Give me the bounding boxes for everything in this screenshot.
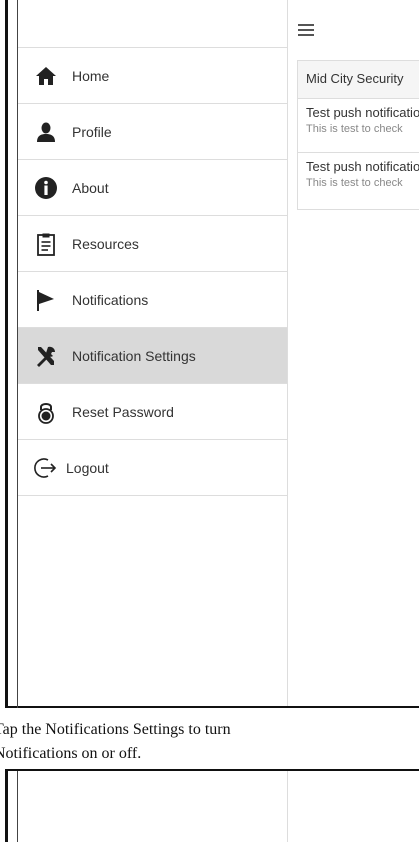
sidebar-item-reset-password[interactable]: Reset Password — [18, 384, 287, 440]
sidebar-menu-partial — [18, 771, 288, 842]
app-screenshot: Home Profile About Resources Notificatio — [5, 0, 419, 708]
list-item[interactable]: Test push notification This is test to c… — [298, 153, 419, 209]
sidebar-item-label: Notifications — [72, 291, 149, 308]
notification-subtitle: This is test to check — [306, 123, 403, 135]
hamburger-menu-icon[interactable] — [298, 24, 314, 36]
list-item[interactable]: Test push notification This is test to c… — [298, 99, 419, 153]
sidebar-item-label: Home — [72, 67, 110, 84]
main-content: Mid City Security Test push notification… — [289, 0, 419, 706]
sidebar-item-notification-settings[interactable]: Notification Settings — [18, 328, 287, 384]
sidebar-header — [18, 0, 287, 48]
notification-title: Test push notification — [306, 159, 419, 174]
sidebar-item-label: Resources — [72, 235, 139, 252]
sidebar-item-home[interactable]: Home — [18, 48, 287, 104]
lock-icon — [34, 400, 58, 424]
caption-line-2: Notifications on or off. — [0, 745, 142, 762]
sidebar-item-label: Notification Settings — [72, 347, 196, 364]
sidebar-item-label: Profile — [72, 123, 112, 140]
clipboard-icon — [34, 232, 58, 256]
info-icon — [34, 176, 58, 200]
app-screenshot-partial — [5, 769, 419, 842]
user-icon — [34, 120, 58, 144]
notification-subtitle: This is test to check — [306, 177, 403, 189]
sidebar-item-label: Logout — [66, 459, 109, 476]
sidebar-item-resources[interactable]: Resources — [18, 216, 287, 272]
sidebar-menu: Home Profile About Resources Notificatio — [18, 0, 288, 706]
sidebar-item-notifications[interactable]: Notifications — [18, 272, 287, 328]
logout-icon — [34, 456, 58, 480]
notification-title: Test push notification — [306, 105, 419, 120]
notification-list-header: Mid City Security — [298, 61, 419, 99]
sidebar-item-label: About — [72, 179, 109, 196]
home-icon — [34, 64, 58, 88]
sidebar-item-about[interactable]: About — [18, 160, 287, 216]
sidebar-item-logout[interactable]: Logout — [18, 440, 287, 496]
notification-list: Mid City Security Test push notification… — [297, 60, 419, 210]
flag-icon — [34, 288, 58, 312]
instruction-caption: Tap the Notifications Settings to turn N… — [0, 718, 419, 766]
sidebar-item-label: Reset Password — [72, 403, 174, 420]
tools-icon — [34, 344, 58, 368]
sidebar-item-profile[interactable]: Profile — [18, 104, 287, 160]
caption-line-1: Tap the Notifications Settings to turn — [0, 721, 231, 738]
